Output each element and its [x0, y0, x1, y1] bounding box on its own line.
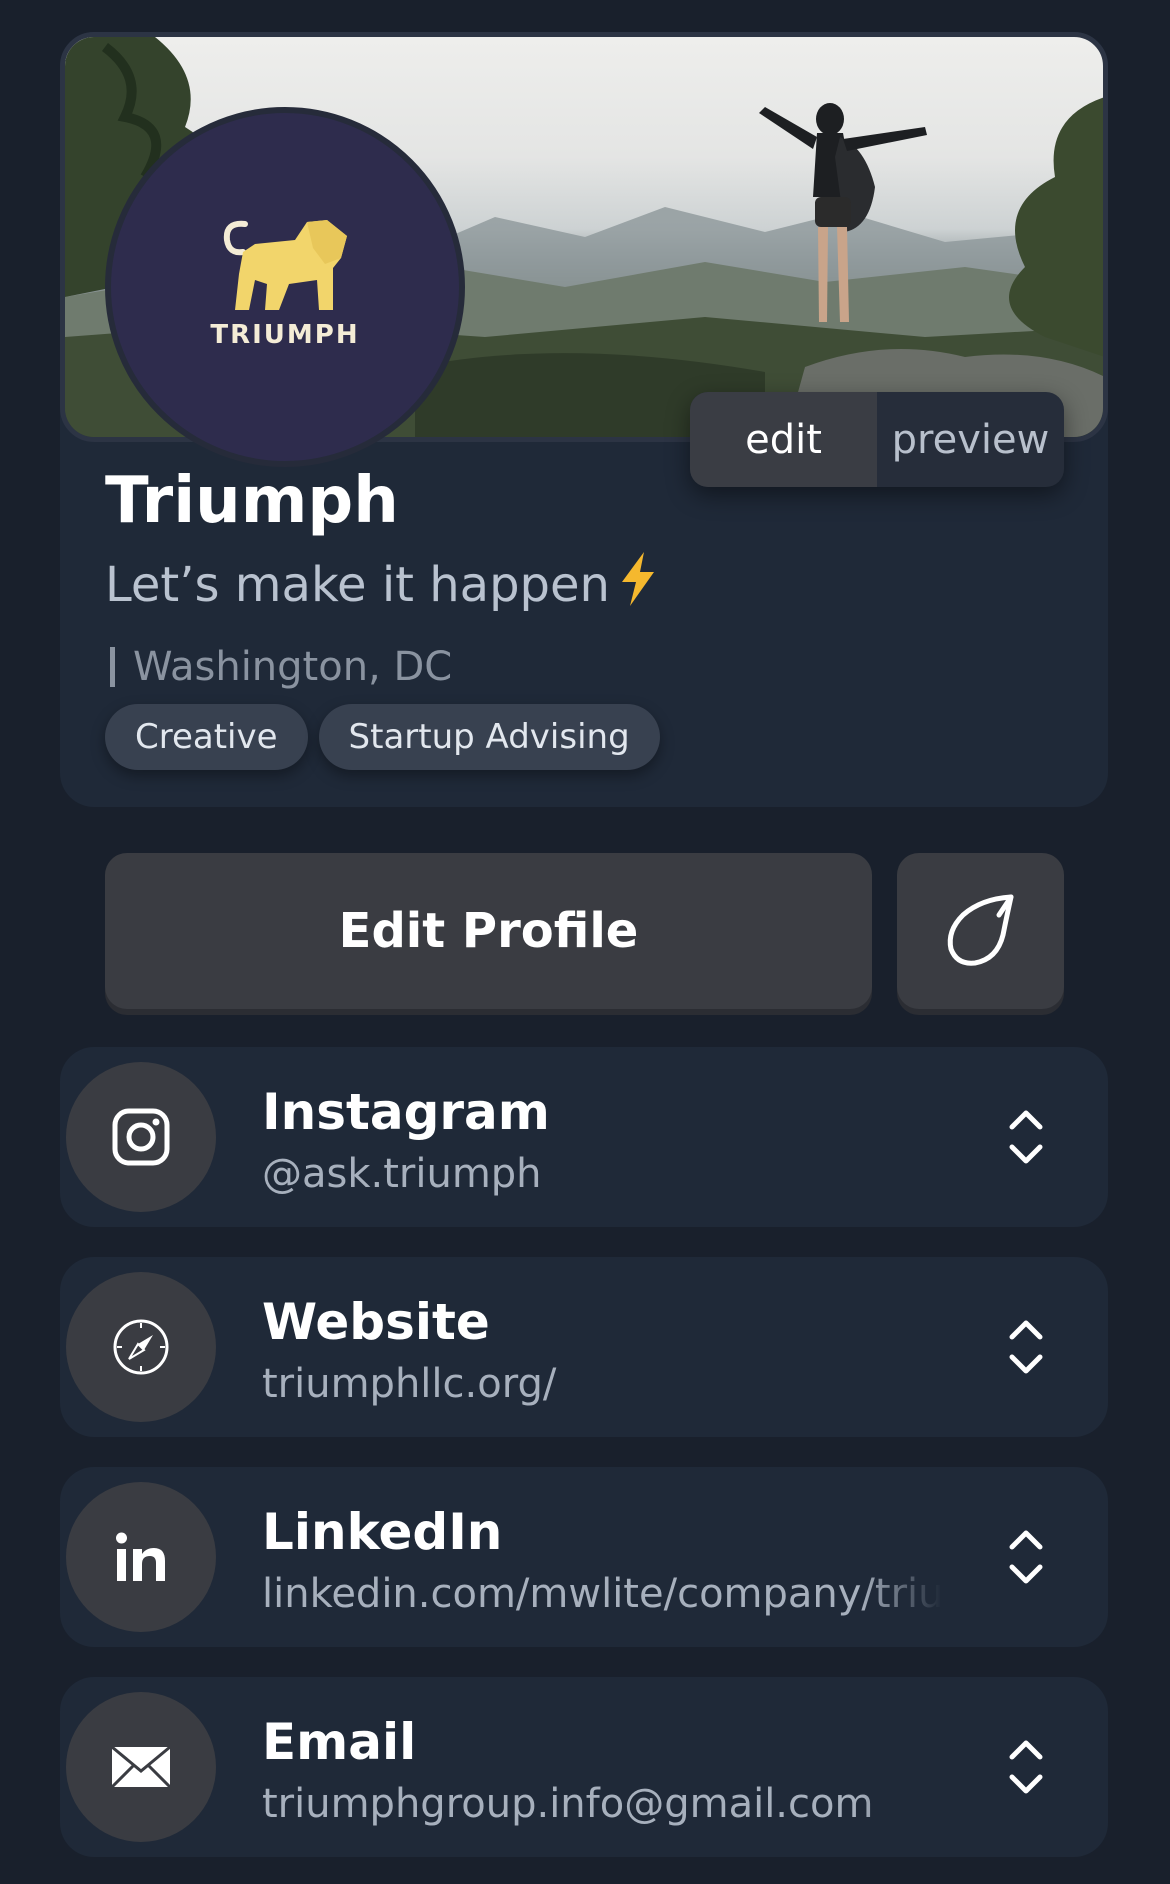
- lightning-icon: [616, 550, 660, 620]
- link-row-instagram[interactable]: Instagram @ask.triumph: [60, 1047, 1108, 1227]
- profile-name: Triumph: [105, 464, 399, 538]
- linkedin-icon: [116, 1532, 165, 1581]
- reorder-icon[interactable]: [1008, 1315, 1044, 1379]
- edit-profile-button[interactable]: Edit Profile: [105, 853, 872, 1009]
- profile-location: Washington, DC: [110, 644, 452, 690]
- compass-icon: [113, 1319, 169, 1375]
- email-icon-button[interactable]: [66, 1692, 216, 1842]
- envelope-icon: [110, 1745, 172, 1789]
- link-value: linkedin.com/mwlite/company/triumph: [262, 1571, 942, 1617]
- link-value: triumphllc.org/: [262, 1361, 557, 1407]
- link-row-linkedin[interactable]: LinkedIn linkedin.com/mwlite/company/tri…: [60, 1467, 1108, 1647]
- link-title: Website: [262, 1293, 490, 1351]
- tag-creative[interactable]: Creative: [105, 704, 308, 770]
- edit-mode-tab[interactable]: edit: [690, 392, 877, 487]
- location-text: Washington, DC: [133, 644, 453, 690]
- link-row-email[interactable]: Email triumphgroup.info@gmail.com: [60, 1677, 1108, 1857]
- profile-tagline: Let’s make it happen: [105, 550, 660, 620]
- theme-button[interactable]: [897, 853, 1064, 1009]
- profile-page: TRIUMPH edit preview Triumph Let’s make …: [0, 0, 1170, 1884]
- linkedin-icon-button[interactable]: [66, 1482, 216, 1632]
- mode-toggle: edit preview: [690, 392, 1064, 487]
- avatar[interactable]: TRIUMPH: [105, 107, 465, 467]
- link-value: triumphgroup.info@gmail.com: [262, 1781, 874, 1827]
- location-divider: [110, 647, 115, 687]
- website-icon-button[interactable]: [66, 1272, 216, 1422]
- lion-logo-icon: [223, 220, 347, 310]
- preview-mode-tab[interactable]: preview: [877, 392, 1064, 487]
- tag-startup-advising[interactable]: Startup Advising: [318, 704, 660, 770]
- link-title: Instagram: [262, 1083, 550, 1141]
- link-title: Email: [262, 1713, 417, 1771]
- tagline-text: Let’s make it happen: [105, 557, 610, 613]
- link-value: @ask.triumph: [262, 1151, 542, 1197]
- reorder-icon[interactable]: [1008, 1105, 1044, 1169]
- link-title: LinkedIn: [262, 1503, 503, 1561]
- profile-card: TRIUMPH edit preview Triumph Let’s make …: [60, 32, 1108, 807]
- instagram-icon: [112, 1108, 170, 1166]
- logo-text: TRIUMPH: [210, 320, 360, 350]
- reorder-icon[interactable]: [1008, 1525, 1044, 1589]
- reorder-icon[interactable]: [1008, 1735, 1044, 1799]
- leaf-icon: [947, 894, 1013, 966]
- tag-list: Creative Startup Advising: [105, 704, 660, 770]
- link-row-website[interactable]: Website triumphllc.org/: [60, 1257, 1108, 1437]
- instagram-icon-button[interactable]: [66, 1062, 216, 1212]
